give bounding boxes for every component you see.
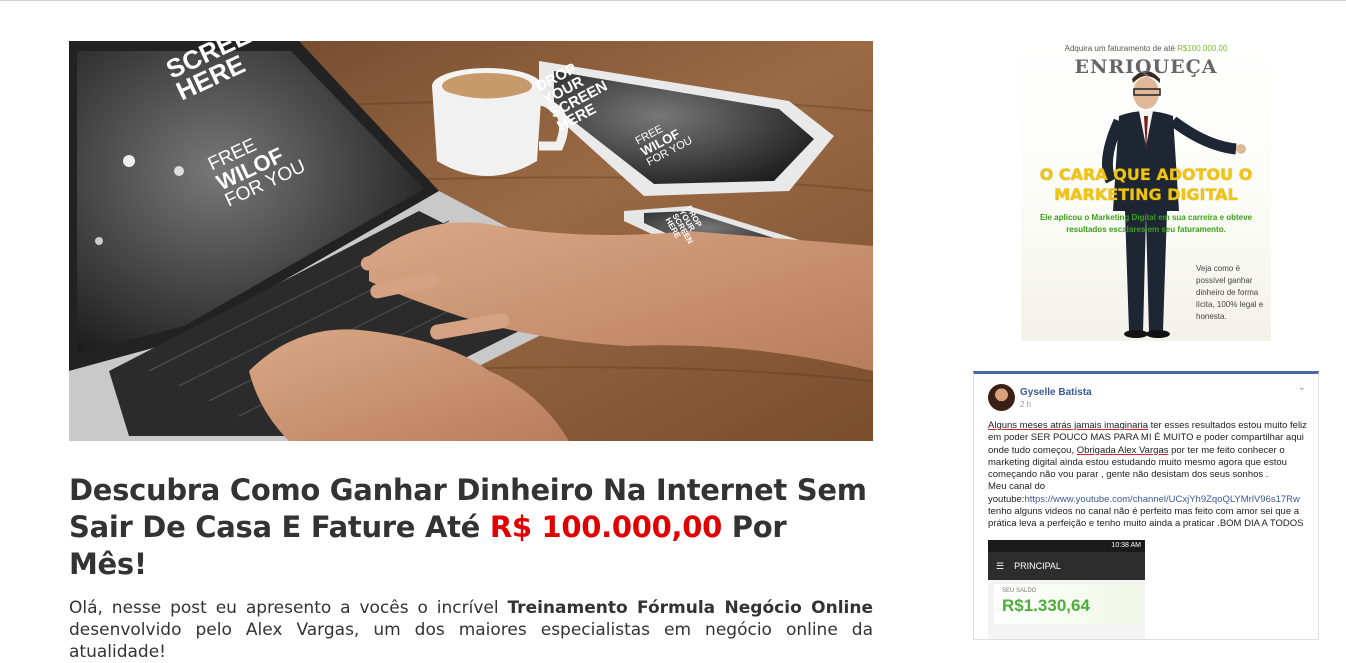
menu-icon: ☰ (996, 561, 1005, 571)
balance-label: SEU SALDO (1002, 588, 1037, 594)
phone-screenshot: 10:38 AM ☰ PRINCIPAL SEU SALDO R$1.330,64 (988, 540, 1145, 639)
intro-text-2: desenvolvido pelo Alex Vargas, um dos ma… (69, 620, 873, 662)
highlight-text-1: Alguns meses atrás jamais imaginaria (988, 420, 1148, 431)
testimonial-text: Alguns meses atrás jamais imaginaria ter… (988, 420, 1310, 531)
ad-top-text: Adquira um faturamento de até R$100.000,… (1021, 44, 1271, 53)
ad-side-text: Veja como é possível ganhar dinheiro de … (1196, 264, 1264, 321)
ad-subtext: Ele aplicou o Marketing Digital em sua c… (1039, 213, 1253, 234)
phone-app-bar: ☰ PRINCIPAL (988, 552, 1145, 580)
testimonial-text-3: tenho alguns videos no canal não é perfe… (988, 506, 1304, 530)
sidebar-ad-banner[interactable]: Adquira um faturamento de até R$100.000,… (1021, 41, 1271, 341)
ad-top-amount: R$100.000,00 (1177, 44, 1228, 53)
highlight-text-2: Obrigada Alex Vargas (1076, 444, 1169, 456)
post-intro: Olá, nesse post eu apresento a vocês o i… (69, 597, 873, 663)
post-time: 2 h (1020, 400, 1032, 409)
avatar (988, 384, 1015, 411)
balance-value: R$1.330,64 (1002, 596, 1090, 615)
phone-status-bar: 10:38 AM (988, 540, 1145, 552)
ad-brand: ENRIQUEÇA (1074, 56, 1218, 78)
intro-bold: Treinamento Fórmula Negócio Online (507, 598, 873, 618)
title-highlight: R$ 100.000,00 (489, 510, 723, 544)
top-divider (0, 0, 1346, 1)
balance-card: SEU SALDO R$1.330,64 (994, 584, 1139, 624)
testimonial-screenshot[interactable]: Gyselle Batista 2 h ⌄ Alguns meses atrás… (973, 371, 1319, 640)
phone-title: PRINCIPAL (1014, 561, 1061, 571)
intro-text-1: Olá, nesse post eu apresento a vocês o i… (69, 598, 508, 618)
ad-headline: O CARA QUE ADOTOU O MARKETING DIGITAL (1039, 165, 1253, 204)
author-name: Gyselle Batista (1020, 387, 1092, 398)
channel-link: https://www.youtube.com/channel/UCxjYh9Z… (1024, 493, 1300, 505)
post-title: Descubra Como Ganhar Dinheiro Na Interne… (69, 472, 869, 583)
hero-image[interactable]: SCREEN HERE FREE WILOF FOR YOU DROP YOUR… (69, 41, 873, 441)
ad-top-label: Adquira um faturamento de até (1064, 44, 1178, 53)
chevron-down-icon: ⌄ (1297, 382, 1306, 393)
